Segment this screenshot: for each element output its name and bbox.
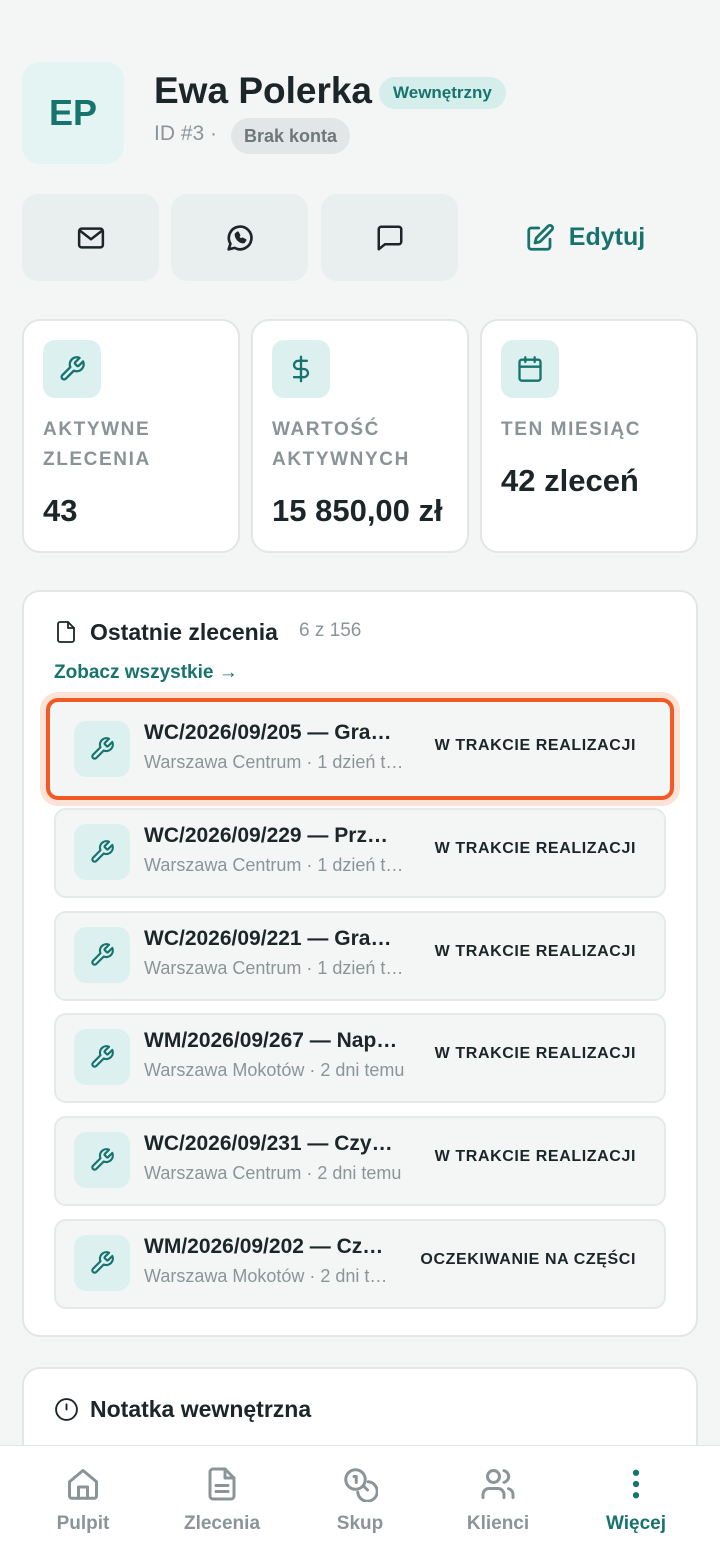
order-title: WC/2026/09/221 — Gra… [144,927,392,950]
stat-card-active-orders: AKTYWNE ZLECENIA 43 [22,319,240,553]
stat-value: 43 [43,493,78,528]
stat-card-active-value: WARTOŚĆ AKTYWNYCH 15 850,00 zł [251,319,469,553]
recent-orders-count: 6 z 156 [299,620,362,641]
avatar: EP [22,62,124,164]
email-button[interactable] [22,194,159,281]
order-status: W TRAKCIE REALIZACJI [434,840,636,857]
edit-button[interactable]: Edytuj [490,194,680,281]
edit-icon [527,223,554,251]
wrench-icon [74,1132,130,1188]
order-status: OCZEKIWANIE NA CZĘŚCI [420,1251,636,1268]
whatsapp-button[interactable] [171,194,308,281]
calendar-icon [501,340,559,398]
stat-value: 42 zleceń [501,463,639,498]
nav-item-clients[interactable]: Klienci [426,1446,570,1561]
order-subtitle: Warszawa Centrum · 1 dzień t… [144,958,404,978]
nav-item-dashboard[interactable]: Pulpit [11,1446,155,1561]
nav-label: Skup [336,1513,384,1534]
nav-item-more[interactable]: Więcej [564,1446,708,1561]
order-subtitle: Warszawa Centrum · 2 dni temu [144,1163,402,1183]
nav-label: Więcej [605,1513,667,1534]
account-status-badge: Brak konta [231,118,351,154]
wrench-icon [74,1029,130,1085]
coins-icon [342,1464,378,1504]
order-title: WC/2026/09/205 — Gra… [144,721,392,744]
order-row[interactable]: WM/2026/09/202 — Cz… Warszawa Mokotów · 2… [54,1219,666,1309]
wrench-icon [74,1235,130,1291]
stat-label: WARTOŚĆ AKTYWNYCH [272,419,410,470]
order-title: WM/2026/09/202 — Cz… [144,1235,384,1258]
client-id: ID #3 · [154,122,218,145]
message-icon [377,225,402,250]
stat-card-this-month: TEN MIESIĄC 42 zleceń [480,319,698,553]
home-icon [65,1464,101,1504]
order-row[interactable]: WC/2026/09/229 — Prz… Warszawa Centrum · … [54,808,666,898]
nav-label: Zlecenia [183,1513,261,1534]
wrench-icon [74,721,130,777]
wrench-icon [43,340,101,398]
order-status: W TRAKCIE REALIZACJI [434,1045,636,1062]
info-icon [55,1398,78,1421]
stat-label: TEN MIESIĄC [501,419,642,440]
recent-orders-title: Ostatnie zlecenia [90,619,278,645]
nav-label: Klienci [466,1513,530,1534]
order-row[interactable]: WC/2026/09/221 — Gra… Warszawa Centrum · … [54,911,666,1001]
wrench-icon [74,927,130,983]
document-icon [204,1464,240,1504]
order-subtitle: Warszawa Centrum · 1 dzień t… [144,855,404,875]
see-all-link[interactable]: Zobacz wszystkie → [54,662,238,684]
users-icon [479,1464,517,1504]
more-vertical-icon [618,1464,654,1504]
client-type-badge: Wewnętrzny [379,77,506,109]
stat-label: AKTYWNE ZLECENIA [43,419,151,470]
order-title: WC/2026/09/231 — Czy… [144,1132,393,1155]
nav-item-orders[interactable]: Zlecenia [150,1446,294,1561]
stat-value: 15 850,00 zł [272,493,443,528]
sms-button[interactable] [321,194,458,281]
order-subtitle: Warszawa Centrum · 1 dzień t… [144,752,404,772]
order-row[interactable]: WM/2026/09/267 — Nap… Warszawa Mokotów · … [54,1013,666,1103]
order-subtitle: Warszawa Mokotów · 2 dni temu [144,1060,405,1080]
order-title: WM/2026/09/267 — Nap… [144,1029,398,1052]
order-subtitle: Warszawa Mokotów · 2 dni t… [144,1266,388,1286]
order-status: W TRAKCIE REALIZACJI [434,737,636,754]
bottom-navigation: Pulpit Zlecenia Skup Klienci Więcej [0,1445,720,1561]
order-row[interactable]: WC/2026/09/231 — Czy… Warszawa Centrum · … [54,1116,666,1206]
mail-icon [77,226,104,249]
nav-item-buyback[interactable]: Skup [288,1446,432,1561]
order-status: W TRAKCIE REALIZACJI [434,1148,636,1165]
nav-label: Pulpit [56,1513,110,1534]
dollar-icon [272,340,330,398]
order-row[interactable]: WC/2026/09/205 — Gra… Warszawa Centrum · … [46,698,674,800]
document-icon [57,621,75,643]
internal-note-title: Notatka wewnętrzna [90,1396,312,1422]
client-name: Ewa Polerka [154,70,373,111]
edit-label: Edytuj [568,223,646,251]
wrench-icon [74,824,130,880]
whatsapp-icon [226,224,253,251]
order-status: W TRAKCIE REALIZACJI [434,943,636,960]
order-title: WC/2026/09/229 — Prz… [144,824,388,847]
